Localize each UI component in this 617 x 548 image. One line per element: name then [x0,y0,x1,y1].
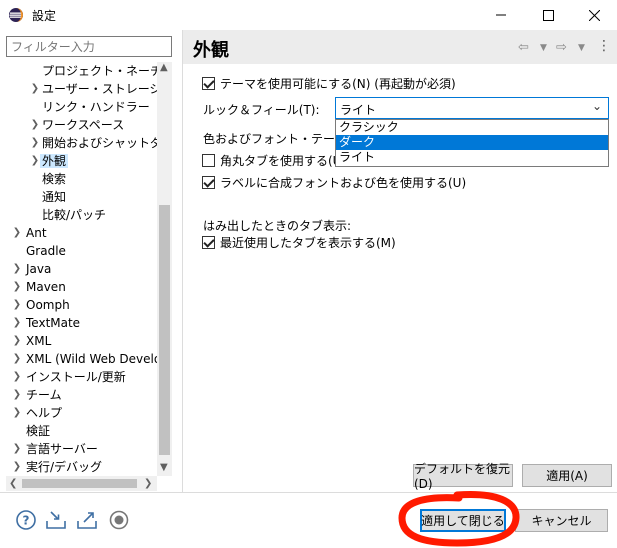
back-arrow-icon[interactable]: ⇦ [518,40,529,55]
record-icon[interactable] [108,509,130,531]
scroll-left-icon[interactable]: ❮ [9,478,17,489]
close-button[interactable] [571,0,617,30]
apply-button[interactable]: 適用(A) [522,464,612,487]
checkbox-box[interactable] [202,175,215,189]
tree-item[interactable]: 言語サーバー [26,440,98,458]
chevron-right-icon[interactable]: ❯ [30,152,40,170]
svg-text:?: ? [23,514,30,528]
chevron-right-icon[interactable]: ❯ [12,368,22,386]
tree-item[interactable]: 通知 [42,188,66,206]
tree-vertical-scroll-thumb[interactable] [159,205,170,455]
eclipse-app-icon [9,8,23,22]
minimize-button[interactable] [478,0,524,30]
look-and-feel-label: ルック＆フィール(T): [203,103,320,117]
tree-item[interactable]: XML [26,332,51,350]
checkbox-box[interactable] [202,235,215,249]
tree-item[interactable]: 検証 [26,422,50,440]
tree-item[interactable]: 実行/デバッグ [26,458,102,476]
dropdown-option-classic[interactable]: クラシック [336,120,608,135]
tree-item[interactable]: ヘルプ [26,404,62,422]
restore-defaults-button[interactable]: デフォルトを復元(D) [413,462,513,491]
chevron-right-icon[interactable]: ❯ [12,260,22,278]
import-icon[interactable] [45,509,67,531]
dropdown-option-light[interactable]: ライト [336,150,608,165]
view-menu-icon[interactable]: ⋮ [597,38,611,54]
scroll-up-icon[interactable]: ▲ [160,62,168,73]
help-icon[interactable]: ? [15,509,37,531]
tree-item[interactable]: 比較/パッチ [42,206,106,224]
scroll-down-icon[interactable]: ▼ [160,462,168,473]
minimize-icon [496,14,506,16]
tree-item[interactable]: ユーザー・ストレージ・サー [42,80,172,98]
tree-item[interactable]: Oomph [26,296,70,314]
mixed-fonts-checkbox[interactable]: ラベルに合成フォントおよび色を使用する(U) [202,173,466,191]
tree-item[interactable]: XML (Wild Web Develop [26,350,169,368]
chevron-right-icon[interactable]: ❯ [12,278,22,296]
chevron-right-icon[interactable]: ❯ [12,440,22,458]
forward-arrow-icon[interactable]: ⇨ [556,40,567,55]
tree-horizontal-scroll-thumb[interactable] [22,479,137,488]
chevron-right-icon[interactable]: ❯ [12,224,22,242]
chevron-right-icon[interactable]: ❯ [12,314,22,332]
tree-item[interactable]: 検索 [42,170,66,188]
tree-item[interactable]: インストール/更新 [26,368,126,386]
tree-item[interactable]: Gradle [26,242,66,260]
tree-item[interactable]: TextMate [26,314,80,332]
chevron-down-icon[interactable]: ⌄ [592,99,602,113]
tree-item-appearance[interactable]: 外観 [40,152,69,170]
back-menu-chevron-icon[interactable]: ▼ [540,43,547,53]
checkbox-box[interactable] [202,76,215,90]
highlight-annotation [398,490,520,547]
tree-item[interactable]: チーム [26,386,62,404]
chevron-right-icon[interactable]: ❯ [30,80,40,98]
chevron-right-icon[interactable]: ❯ [12,458,22,476]
checkbox-box[interactable] [202,153,215,167]
maximize-button[interactable] [525,0,571,30]
tree-item[interactable]: ワークスペース [42,116,124,134]
scroll-right-icon[interactable]: ❯ [144,478,152,489]
recent-tabs-checkbox[interactable]: 最近使用したタブを表示する(M) [202,233,396,251]
footer-divider [0,492,617,493]
tree-item[interactable]: Ant [26,224,47,242]
chevron-right-icon[interactable]: ❯ [12,296,22,314]
look-and-feel-select[interactable] [335,97,609,119]
filter-input[interactable] [6,36,172,57]
tree-item[interactable]: リンク・ハンドラー [42,98,150,116]
maximize-icon [542,9,554,21]
dropdown-option-dark[interactable]: ダーク [336,135,608,150]
chevron-right-icon[interactable]: ❯ [30,116,40,134]
tab-overflow-heading: はみ出したときのタブ表示: [203,219,352,233]
look-and-feel-value: ライト [340,103,377,117]
forward-menu-chevron-icon[interactable]: ▼ [578,43,585,53]
preference-tree[interactable]: プロジェクト・ネーチャー ❯ ユーザー・ストレージ・サー リンク・ハンドラー ❯… [6,62,172,476]
chevron-right-icon[interactable]: ❯ [12,404,22,422]
window-title: 設定 [32,9,57,23]
tree-item[interactable]: Maven [26,278,66,296]
panel-divider [182,30,183,492]
tree-item[interactable]: 開始およびシャットダウン [42,134,172,152]
tree-item[interactable]: プロジェクト・ネーチャー [42,62,172,80]
chevron-right-icon[interactable]: ❯ [12,350,22,368]
tree-item[interactable]: Java [26,260,51,278]
chevron-right-icon[interactable]: ❯ [30,134,40,152]
close-icon [588,9,600,21]
cancel-button[interactable]: キャンセル [515,509,608,532]
chevron-right-icon[interactable]: ❯ [12,332,22,350]
page-header [183,30,617,64]
chevron-right-icon[interactable]: ❯ [12,386,22,404]
page-title: 外観 [193,40,229,61]
enable-themes-checkbox[interactable]: テーマを使用可能にする(N) (再起動が必須) [202,74,456,92]
rounded-tabs-checkbox[interactable]: 角丸タブを使用する(U) [202,151,346,169]
export-icon[interactable] [76,509,98,531]
